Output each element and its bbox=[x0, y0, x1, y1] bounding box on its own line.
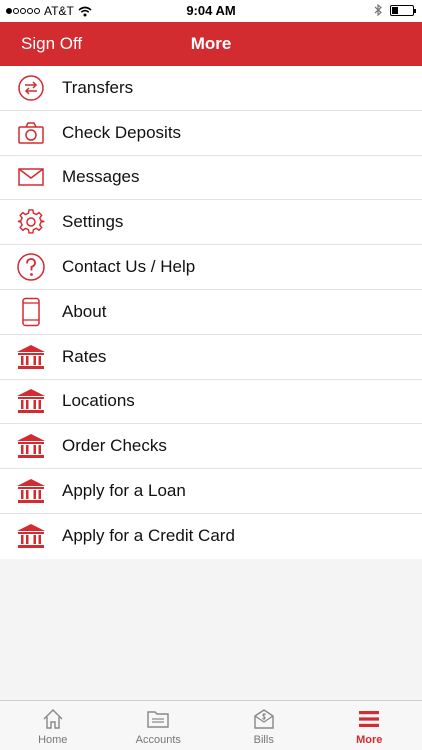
status-right bbox=[374, 4, 416, 16]
bank-icon bbox=[15, 385, 47, 417]
menu-item-about[interactable]: About bbox=[0, 290, 422, 335]
menu-item-label: Contact Us / Help bbox=[62, 257, 196, 277]
menu-item-label: Apply for a Loan bbox=[62, 481, 186, 501]
menu-item-label: About bbox=[62, 301, 107, 321]
status-time: 9:04 AM bbox=[186, 3, 236, 18]
sign-off-button[interactable]: Sign Off bbox=[21, 34, 82, 54]
bank-icon bbox=[15, 430, 47, 462]
gear-icon bbox=[15, 206, 47, 238]
transfer-arrows-icon bbox=[15, 72, 47, 104]
menu-item-label: Locations bbox=[62, 391, 135, 411]
menu-item-messages[interactable]: Messages bbox=[0, 156, 422, 201]
menu-item-label: Transfers bbox=[62, 77, 134, 97]
bank-icon bbox=[15, 520, 47, 552]
menu-item-rates[interactable]: Rates bbox=[0, 335, 422, 380]
menu-item-apply-loan[interactable]: Apply for a Loan bbox=[0, 469, 422, 514]
envelope-icon bbox=[15, 161, 47, 193]
accounts-icon bbox=[145, 707, 171, 731]
menu-item-apply-credit-card[interactable]: Apply for a Credit Card bbox=[0, 514, 422, 559]
bank-icon bbox=[15, 475, 47, 507]
tab-label: Accounts bbox=[135, 734, 181, 746]
tab-home[interactable]: Home bbox=[0, 701, 106, 750]
phone-icon bbox=[15, 296, 47, 328]
battery-icon bbox=[390, 4, 416, 16]
home-icon bbox=[40, 707, 66, 731]
tab-more[interactable]: More bbox=[317, 701, 422, 750]
menu-item-label: Messages bbox=[62, 167, 140, 187]
bills-icon bbox=[251, 707, 277, 731]
menu-item-locations[interactable]: Locations bbox=[0, 380, 422, 425]
tab-accounts[interactable]: Accounts bbox=[106, 701, 212, 750]
navigation-bar: Sign Off More bbox=[0, 22, 422, 66]
menu-item-label: Rates bbox=[62, 346, 107, 366]
menu-item-settings[interactable]: Settings bbox=[0, 200, 422, 246]
menu-item-contact-help[interactable]: Contact Us / Help bbox=[0, 245, 422, 290]
camera-icon bbox=[15, 117, 47, 149]
tab-bar: Home Accounts Bills More bbox=[0, 700, 422, 750]
question-circle-icon bbox=[15, 251, 47, 283]
menu-item-label: Settings bbox=[62, 212, 124, 232]
tab-label: Home bbox=[38, 734, 68, 746]
menu-icon bbox=[356, 707, 382, 731]
menu-item-label: Check Deposits bbox=[62, 122, 182, 142]
menu-item-check-deposits[interactable]: Check Deposits bbox=[0, 111, 422, 156]
tab-label: More bbox=[356, 734, 383, 746]
menu-item-label: Apply for a Credit Card bbox=[62, 526, 235, 546]
bank-icon bbox=[15, 341, 47, 373]
tab-label: Bills bbox=[253, 734, 274, 746]
menu-item-order-checks[interactable]: Order Checks bbox=[0, 424, 422, 470]
more-menu-list: Transfers Check Deposits Messages Settin… bbox=[0, 66, 422, 559]
tab-bills[interactable]: Bills bbox=[211, 701, 317, 750]
menu-item-transfers[interactable]: Transfers bbox=[0, 66, 422, 111]
status-bar: AT&T 9:04 AM bbox=[0, 0, 422, 22]
bluetooth-icon bbox=[374, 4, 382, 16]
menu-item-label: Order Checks bbox=[62, 436, 167, 456]
